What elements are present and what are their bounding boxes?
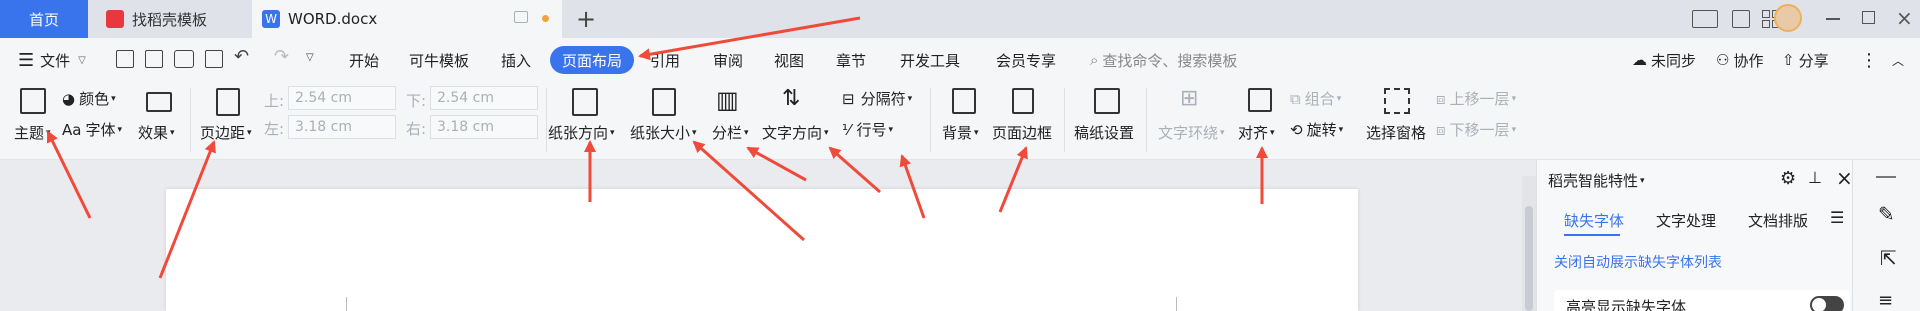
arrow-to-line-number <box>899 154 926 219</box>
arrow-to-columns <box>746 146 807 182</box>
arrow-to-paper-size <box>692 140 805 242</box>
arrow-to-page-border <box>998 146 1028 213</box>
annotation-arrows <box>46 16 1268 279</box>
arrow-to-page-layout <box>638 16 861 61</box>
arrow-to-margin <box>158 140 216 279</box>
arrow-to-theme <box>46 130 92 219</box>
arrow-to-text-direction <box>828 146 881 194</box>
